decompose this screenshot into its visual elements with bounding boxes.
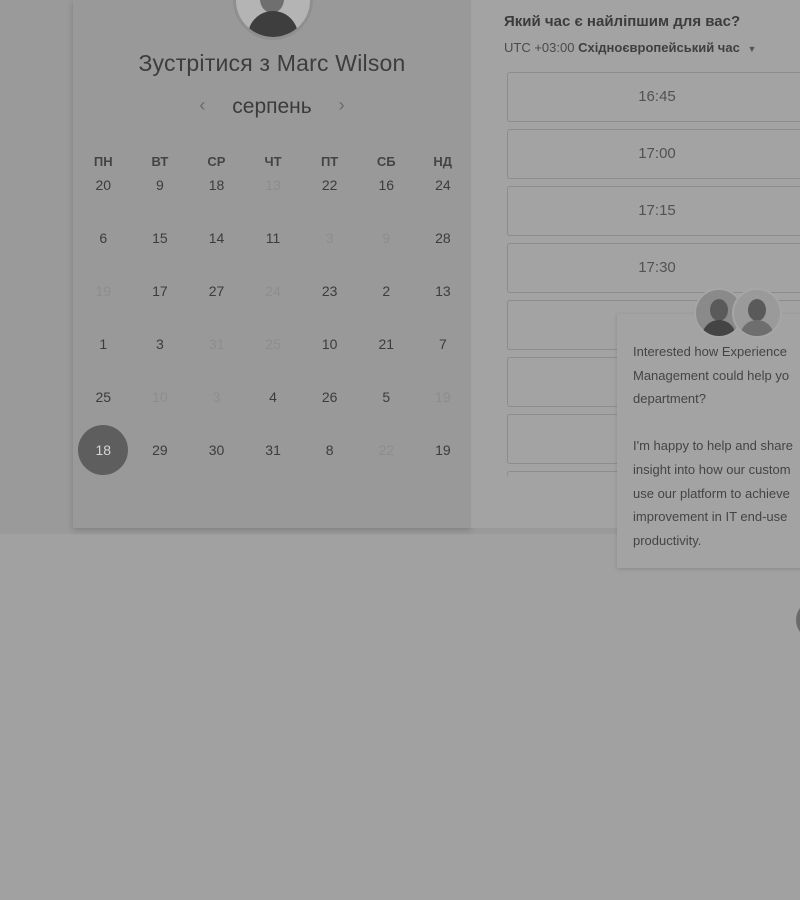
weekday-header: ПН ВТ СР ЧТ ПТ СБ НД — [75, 154, 471, 169]
calendar-day[interactable]: 16 — [358, 176, 415, 196]
calendar-day[interactable]: 18 — [188, 176, 245, 196]
agent-body — [740, 320, 774, 336]
chat-popup: Interested how Experience Management cou… — [617, 314, 800, 568]
calendar-day[interactable]: 11 — [245, 229, 302, 249]
weekday-label: СБ — [376, 154, 396, 169]
calendar-day[interactable]: 10 — [301, 335, 358, 355]
calendar-day[interactable]: 27 — [188, 282, 245, 302]
calendar-day[interactable]: 28 — [415, 229, 472, 249]
chevron-left-icon[interactable]: ‹ — [192, 95, 212, 116]
calendar-day: 25 — [265, 336, 281, 352]
calendar-day[interactable]: 21 — [358, 335, 415, 355]
weekday-label: ПН — [93, 154, 113, 169]
calendar-day[interactable]: 31 — [245, 441, 302, 461]
calendar-day[interactable]: 25 — [75, 388, 132, 408]
calendar-day[interactable]: 6 — [75, 229, 132, 249]
timezone-offset: UTC +03:00 — [504, 40, 575, 55]
calendar-day[interactable]: 9 — [132, 176, 189, 196]
timezone-name: Східноєвропейський час — [578, 40, 740, 55]
time-slot-button[interactable]: 17:30 — [507, 243, 800, 293]
page-overlay: Зустрітися з Marc Wilson ‹ серпень › ПН В… — [0, 0, 800, 900]
calendar-day: 3 — [212, 389, 221, 405]
month-navigation: ‹ серпень › — [73, 95, 471, 119]
caret-down-icon: ▼ — [747, 44, 757, 54]
calendar-day[interactable]: 30 — [188, 441, 245, 461]
calendar-day[interactable]: 17 — [132, 282, 189, 302]
calendar-day[interactable]: 19 — [415, 441, 472, 461]
calendar-day: 9 — [382, 230, 391, 246]
month-label: серпень — [232, 95, 312, 118]
weekday-label: ПТ — [320, 154, 339, 169]
calendar-day: 22 — [378, 442, 395, 458]
calendar-days-grid: 20 9 18 13 22 16 24 6 15 14 11 3 9 28 19 17 27 24 23 2 13 1 3 3… — [75, 176, 471, 494]
calendar-day[interactable]: 4 — [245, 388, 302, 408]
calendar-day[interactable]: 20 — [75, 176, 132, 196]
chat-launcher-button[interactable] — [796, 600, 800, 640]
meeting-title: Зустрітися з Marc Wilson — [138, 50, 406, 76]
calendar-day: 19 — [435, 389, 451, 405]
weekday-label: ЧТ — [264, 154, 282, 169]
calendar-day: 19 — [95, 283, 112, 299]
calendar-day: 3 — [325, 230, 334, 246]
chevron-right-icon[interactable]: › — [332, 95, 352, 116]
weekday-label: НД — [433, 154, 453, 169]
calendar-day-selected[interactable]: 18 — [78, 425, 129, 475]
calendar-day: 24 — [265, 283, 281, 299]
calendar-day[interactable]: 1 — [75, 335, 132, 355]
agent-body — [702, 320, 736, 336]
time-slot-button[interactable]: 16:45 — [507, 72, 800, 122]
weekday-label: ВТ — [151, 154, 169, 169]
weekday-label: СР — [207, 154, 226, 169]
agent-head — [710, 299, 728, 321]
calendar-day[interactable]: 13 — [415, 282, 472, 302]
calendar-day[interactable]: 26 — [301, 388, 358, 408]
calendar-day: 13 — [265, 177, 281, 193]
calendar-day[interactable]: 2 — [358, 282, 415, 302]
calendar-day[interactable]: 23 — [301, 282, 358, 302]
chat-agent-avatar[interactable] — [732, 288, 782, 338]
time-slot-button[interactable]: 17:15 — [507, 186, 800, 236]
calendar-day[interactable]: 29 — [132, 441, 189, 461]
calendar-day[interactable]: 14 — [188, 229, 245, 249]
timezone-selector[interactable]: UTC +03:00 Східноєвропейський час ▼ — [504, 40, 756, 55]
time-question: Який час є найліпшим для вас? — [504, 13, 741, 30]
agent-head — [748, 299, 766, 321]
time-slot-button[interactable]: 17:00 — [507, 129, 800, 179]
calendar-day[interactable]: 15 — [132, 229, 189, 249]
calendar-day[interactable]: 24 — [415, 176, 472, 196]
calendar-day[interactable]: 22 — [301, 176, 358, 196]
calendar-day: 31 — [208, 336, 225, 352]
calendar-day[interactable]: 8 — [301, 441, 358, 461]
chat-message: Interested how Experience Management cou… — [633, 344, 794, 548]
calendar-day[interactable]: 3 — [132, 335, 189, 355]
calendar-day: 10 — [152, 389, 168, 405]
calendar-day[interactable]: 5 — [358, 388, 415, 408]
avatar-body — [248, 11, 298, 37]
calendar-day[interactable]: 7 — [415, 335, 472, 355]
